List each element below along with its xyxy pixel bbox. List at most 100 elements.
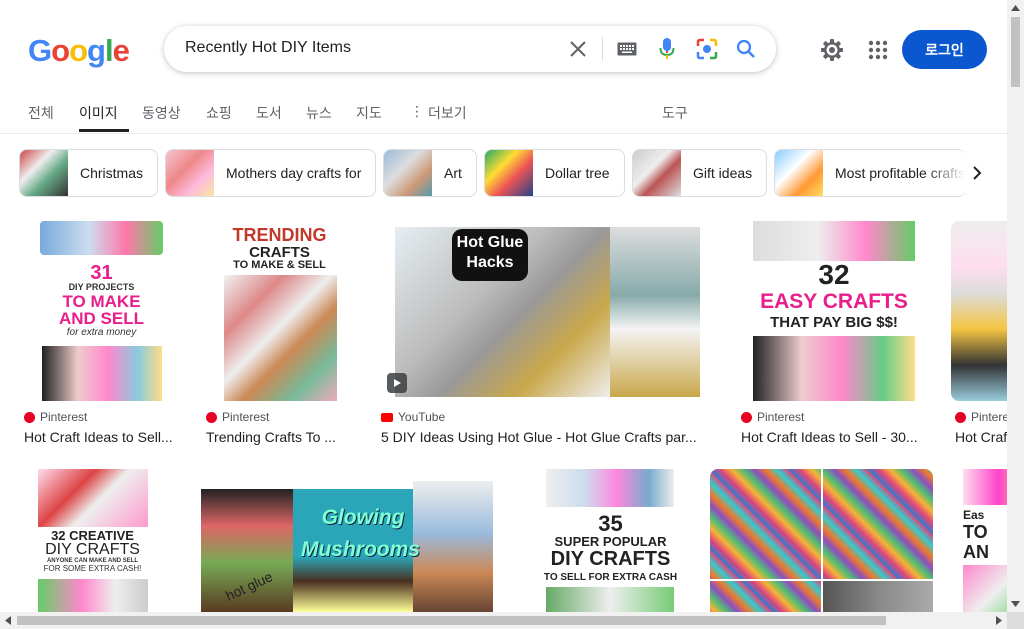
result-thumbnail[interactable] xyxy=(951,221,1007,401)
result-card[interactable]: Hot Glue Hacks YouTube 5 DIY Ideas Using… xyxy=(377,221,717,451)
keyboard-icon[interactable] xyxy=(615,37,639,61)
pinterest-icon xyxy=(955,411,966,423)
chip-dollar-tree[interactable]: Dollar tree xyxy=(484,149,625,197)
source-label: Pinterest xyxy=(757,410,805,424)
image-art xyxy=(963,469,1007,505)
chip-gift-ideas[interactable]: Gift ideas xyxy=(632,149,767,197)
chip-label: Art xyxy=(444,165,462,181)
chip-art[interactable]: Art xyxy=(383,149,477,197)
scroll-left-arrow-icon[interactable] xyxy=(5,616,11,625)
tab-news[interactable]: 뉴스 xyxy=(306,103,332,132)
scrollbar-corner xyxy=(1007,612,1024,629)
scroll-up-arrow-icon[interactable] xyxy=(1011,5,1020,11)
lens-icon[interactable] xyxy=(695,37,719,61)
image-art xyxy=(546,469,674,507)
login-button[interactable]: 로그인 xyxy=(902,30,987,69)
result-card[interactable]: Eas TO AN xyxy=(953,469,1007,612)
result-thumbnail[interactable]: 35 SUPER POPULAR DIY CRAFTS TO SELL FOR … xyxy=(531,469,690,612)
chevron-right-icon[interactable] xyxy=(967,163,987,183)
tab-images[interactable]: 이미지 xyxy=(79,103,129,132)
image-text: CRAFTS xyxy=(249,244,310,261)
result-card[interactable]: 32 CREATIVE DIY CRAFTS ANYONE CAN MAKE A… xyxy=(20,469,165,612)
image-text: FOR SOME EXTRA CASH! xyxy=(43,564,142,573)
tab-maps[interactable]: 지도 xyxy=(356,103,382,132)
result-thumbnail[interactable]: Hot Glue Hacks xyxy=(377,221,717,401)
search-tabs: 전체 이미지 동영상 쇼핑 도서 뉴스 지도 ⋮ 더보기 도구 xyxy=(0,96,1007,134)
image-text: Eas xyxy=(963,508,985,522)
chip-thumbnail xyxy=(166,150,214,196)
pinterest-icon xyxy=(741,411,752,423)
source-label: Pinterest xyxy=(222,410,270,424)
result-thumbnail[interactable]: TRENDING CRAFTS TO MAKE & SELL xyxy=(202,221,357,401)
google-logo[interactable]: Google xyxy=(28,33,130,69)
result-card[interactable]: 35 SUPER POPULAR DIY CRAFTS TO SELL FOR … xyxy=(531,469,690,612)
scroll-down-arrow-icon[interactable] xyxy=(1011,601,1020,607)
result-thumbnail[interactable]: 32 CREATIVE DIY CRAFTS ANYONE CAN MAKE A… xyxy=(20,469,165,612)
result-title[interactable]: Trending Crafts To ... xyxy=(206,429,356,445)
image-text: THAT PAY BIG $$! xyxy=(770,314,898,331)
chip-label: Most profitable crafts xyxy=(835,165,965,181)
chip-christmas[interactable]: Christmas xyxy=(19,149,158,197)
related-chips: Christmas Mothers day crafts for Art Dol… xyxy=(0,148,1007,198)
horizontal-scrollbar[interactable] xyxy=(0,612,1007,629)
pinterest-icon xyxy=(24,411,35,423)
chip-thumbnail xyxy=(384,150,432,196)
chip-most-profitable[interactable]: Most profitable crafts xyxy=(774,149,966,197)
image-text: TRENDING xyxy=(232,225,327,245)
play-icon[interactable] xyxy=(387,373,407,393)
tab-books[interactable]: 도서 xyxy=(256,103,282,132)
result-title[interactable]: Hot Craf xyxy=(955,429,1007,445)
result-card[interactable]: Glowing Mushrooms hot glue xyxy=(185,469,511,612)
tab-shopping[interactable]: 쇼핑 xyxy=(206,103,232,132)
image-art xyxy=(38,579,148,612)
image-text: for extra money xyxy=(66,327,137,338)
tab-videos[interactable]: 동영상 xyxy=(142,103,181,132)
chip-label: Gift ideas xyxy=(693,165,753,181)
image-art xyxy=(963,565,1007,612)
more-vert-icon: ⋮ xyxy=(410,103,424,119)
result-card[interactable] xyxy=(710,469,933,612)
image-text: TO MAKE & SELL xyxy=(233,259,326,271)
result-thumbnail[interactable]: Glowing Mushrooms hot glue xyxy=(185,469,511,612)
image-art xyxy=(823,581,933,612)
chip-mothers-day[interactable]: Mothers day crafts for xyxy=(165,149,376,197)
image-art xyxy=(753,336,915,401)
image-text: TO MAKE xyxy=(62,292,141,311)
result-source: YouTube xyxy=(381,410,445,424)
image-art xyxy=(546,587,674,612)
result-source: Pintere xyxy=(955,410,1007,424)
result-title[interactable]: Hot Craft Ideas to Sell - 30... xyxy=(741,429,929,445)
source-label: Pinterest xyxy=(40,410,88,424)
tab-more[interactable]: ⋮ 더보기 xyxy=(410,103,467,132)
result-source: Pinterest xyxy=(24,410,87,424)
result-card[interactable]: Pintere Hot Craf xyxy=(951,221,1007,451)
image-text: Hot Glue xyxy=(456,234,524,251)
result-thumbnail[interactable]: 32 EASY CRAFTS THAT PAY BIG $$! xyxy=(737,221,931,401)
youtube-icon xyxy=(381,412,393,422)
microphone-icon[interactable] xyxy=(655,37,679,61)
clear-icon[interactable] xyxy=(566,37,590,61)
horizontal-scroll-thumb[interactable] xyxy=(17,616,886,625)
image-text: Mushrooms xyxy=(300,538,420,561)
vertical-scrollbar[interactable] xyxy=(1007,0,1024,612)
chip-thumbnail xyxy=(775,150,823,196)
result-title[interactable]: 5 DIY Ideas Using Hot Glue - Hot Glue Cr… xyxy=(381,429,711,445)
result-thumbnail[interactable]: Eas TO AN xyxy=(953,469,1007,612)
result-thumbnail[interactable]: 31 DIY PROJECTS TO MAKE AND SELL for ext… xyxy=(20,221,183,401)
scroll-right-arrow-icon[interactable] xyxy=(996,616,1002,625)
result-title[interactable]: Hot Craft Ideas to Sell... xyxy=(24,429,182,445)
result-card[interactable]: TRENDING CRAFTS TO MAKE & SELL Pinterest… xyxy=(202,221,357,451)
result-card[interactable]: 31 DIY PROJECTS TO MAKE AND SELL for ext… xyxy=(20,221,183,451)
tab-all[interactable]: 전체 xyxy=(28,103,54,132)
search-box[interactable]: Recently Hot DIY Items xyxy=(164,26,776,72)
vertical-scroll-thumb[interactable] xyxy=(1011,17,1020,87)
image-text: DIY CRAFTS xyxy=(45,541,140,558)
result-card[interactable]: 32 EASY CRAFTS THAT PAY BIG $$! Pinteres… xyxy=(737,221,931,451)
apps-grid-icon[interactable] xyxy=(866,38,890,62)
tools-button[interactable]: 도구 xyxy=(662,103,688,123)
search-icon[interactable] xyxy=(734,37,758,61)
settings-gear-icon[interactable] xyxy=(820,38,844,62)
result-thumbnail[interactable] xyxy=(710,469,933,612)
chip-thumbnail xyxy=(20,150,68,196)
search-input[interactable]: Recently Hot DIY Items xyxy=(185,39,351,57)
